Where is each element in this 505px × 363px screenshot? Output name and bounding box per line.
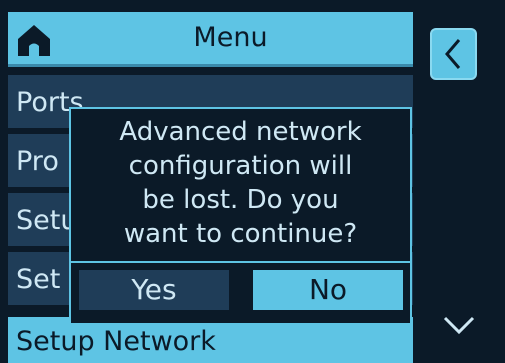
confirm-dialog: Advanced network configuration will be l… <box>69 107 412 325</box>
scroll-down-button[interactable] <box>441 308 477 344</box>
menu-header: Menu <box>8 12 413 67</box>
dialog-message-line: configuration will <box>128 151 353 181</box>
dialog-message-line: want to continue? <box>123 219 358 249</box>
dialog-message-line: be lost. Do you <box>142 185 339 215</box>
home-icon[interactable] <box>16 22 52 58</box>
back-button[interactable] <box>430 28 477 80</box>
yes-button[interactable]: Yes <box>79 270 229 310</box>
dialog-divider <box>71 261 410 263</box>
device-screen: Menu Ports Pro Setu Set Setup Network Ad… <box>0 0 505 363</box>
page-title: Menu <box>193 22 268 53</box>
chevron-left-icon <box>445 39 461 69</box>
chevron-down-icon <box>443 316 475 335</box>
no-button[interactable]: No <box>253 270 403 310</box>
dialog-message-line: Advanced network <box>119 117 362 147</box>
nav-panel <box>413 12 505 363</box>
dialog-message: Advanced network configuration will be l… <box>71 115 410 261</box>
